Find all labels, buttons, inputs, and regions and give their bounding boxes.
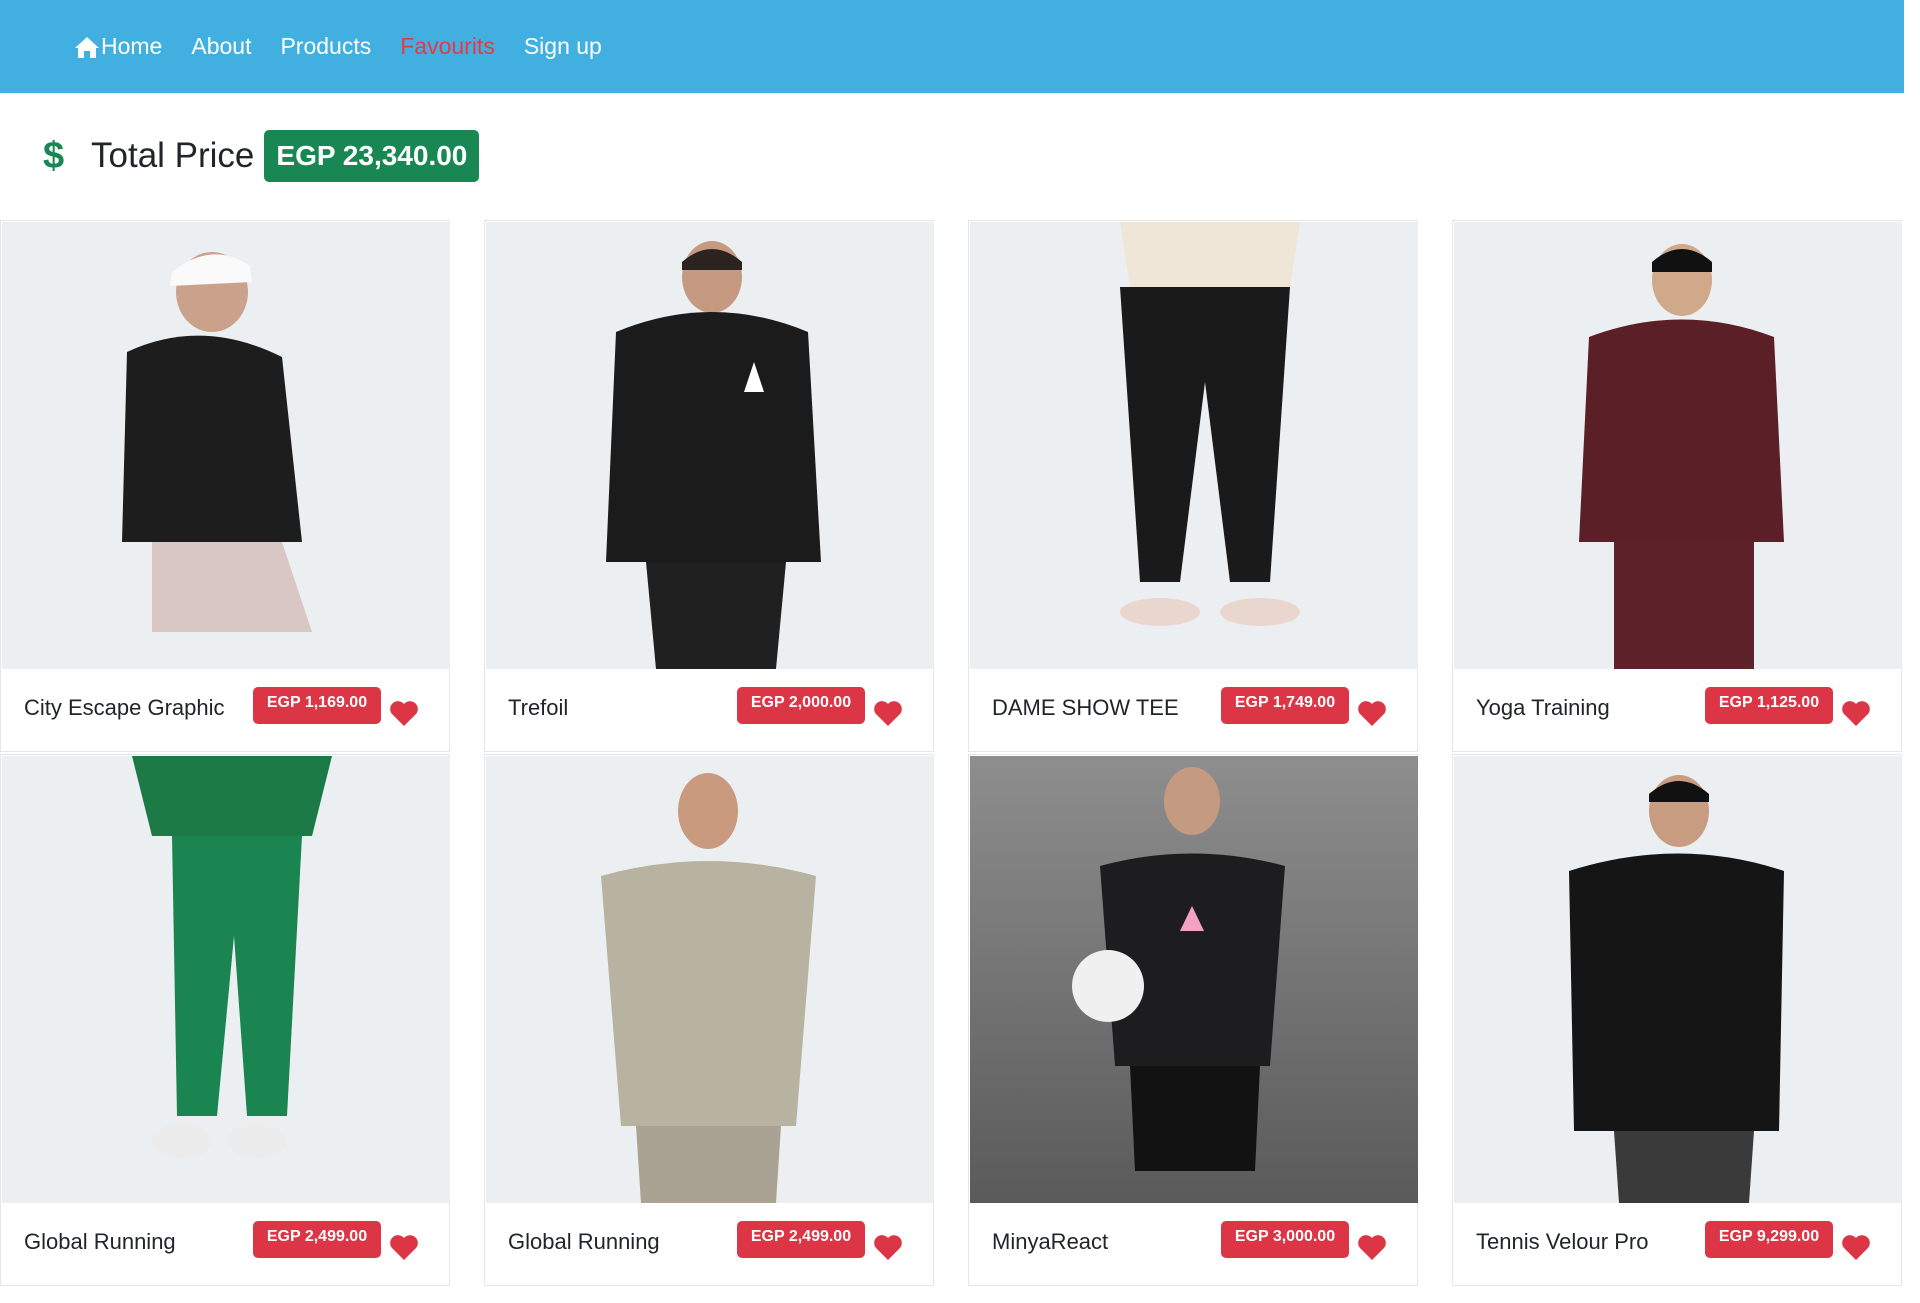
product-image[interactable] (970, 756, 1418, 1203)
nav-link-favourites[interactable]: Favourits (400, 33, 495, 60)
product-image[interactable] (2, 222, 450, 669)
total-price-row: $ Total Price EGP 23,340.00 (43, 130, 480, 182)
product-card: Trefoil EGP 2,000.00 (484, 220, 934, 752)
heart-icon[interactable] (873, 1233, 903, 1261)
product-footer: City Escape Graphic EGP 1,169.00 (1, 669, 449, 753)
product-card: Tennis Velour Pro EGP 9,299.00 (1452, 754, 1902, 1286)
nav-link-signup[interactable]: Sign up (524, 33, 602, 60)
product-footer: Yoga Training EGP 1,125.00 (1453, 669, 1901, 753)
product-footer: Global Running EGP 2,499.00 (1, 1203, 449, 1287)
product-footer: Global Running EGP 2,499.00 (485, 1203, 933, 1287)
product-card: Global Running EGP 2,499.00 (0, 754, 450, 1286)
heart-icon[interactable] (873, 699, 903, 727)
heart-icon[interactable] (1357, 699, 1387, 727)
product-footer: DAME SHOW TEE EGP 1,749.00 (969, 669, 1417, 753)
product-title: Tennis Velour Pro (1476, 1229, 1649, 1254)
heart-icon[interactable] (1841, 1233, 1871, 1261)
heart-icon[interactable] (1841, 699, 1871, 727)
product-footer: Trefoil EGP 2,000.00 (485, 669, 933, 753)
product-title: DAME SHOW TEE (992, 695, 1179, 720)
product-card: Global Running EGP 2,499.00 (484, 754, 934, 1286)
nav-link-home-label: Home (101, 33, 163, 59)
product-title: MinyaReact (992, 1229, 1109, 1254)
heart-icon[interactable] (389, 1233, 419, 1261)
product-image[interactable] (970, 222, 1418, 669)
product-card: DAME SHOW TEE EGP 1,749.00 (968, 220, 1418, 752)
product-title: City Escape Graphic (24, 695, 225, 720)
price-badge: EGP 1,749.00 (1221, 687, 1349, 724)
total-price-badge: EGP 23,340.00 (264, 130, 480, 182)
price-badge: EGP 9,299.00 (1705, 1221, 1833, 1258)
product-title: Yoga Training (1476, 695, 1610, 720)
product-image[interactable] (1454, 222, 1902, 669)
dollar-icon: $ (43, 135, 65, 177)
heart-icon[interactable] (1357, 1233, 1387, 1261)
price-badge: EGP 2,499.00 (737, 1221, 865, 1258)
nav-list: Home About Products Favourits Sign up (74, 33, 631, 60)
product-title: Global Running (24, 1229, 176, 1254)
product-card: Yoga Training EGP 1,125.00 (1452, 220, 1902, 752)
product-card: MinyaReact EGP 3,000.00 (968, 754, 1418, 1286)
price-badge: EGP 2,499.00 (253, 1221, 381, 1258)
heart-icon[interactable] (389, 699, 419, 727)
nav-link-home[interactable]: Home (74, 33, 162, 60)
price-badge: EGP 1,169.00 (253, 687, 381, 724)
price-badge: EGP 1,125.00 (1705, 687, 1833, 724)
product-image[interactable] (2, 756, 450, 1203)
nav-link-about[interactable]: About (191, 33, 251, 60)
price-badge: EGP 3,000.00 (1221, 1221, 1349, 1258)
product-footer: Tennis Velour Pro EGP 9,299.00 (1453, 1203, 1901, 1287)
price-badge: EGP 2,000.00 (737, 687, 865, 724)
total-price-label: Total Price (91, 136, 255, 175)
home-icon (75, 36, 99, 58)
product-title: Global Running (508, 1229, 660, 1254)
nav-link-products[interactable]: Products (280, 33, 371, 60)
top-navbar: Home About Products Favourits Sign up (0, 0, 1904, 93)
product-image[interactable] (486, 222, 934, 669)
product-footer: MinyaReact EGP 3,000.00 (969, 1203, 1417, 1287)
product-image[interactable] (1454, 756, 1902, 1203)
product-card: City Escape Graphic EGP 1,169.00 (0, 220, 450, 752)
product-title: Trefoil (508, 695, 569, 720)
product-image[interactable] (486, 756, 934, 1203)
